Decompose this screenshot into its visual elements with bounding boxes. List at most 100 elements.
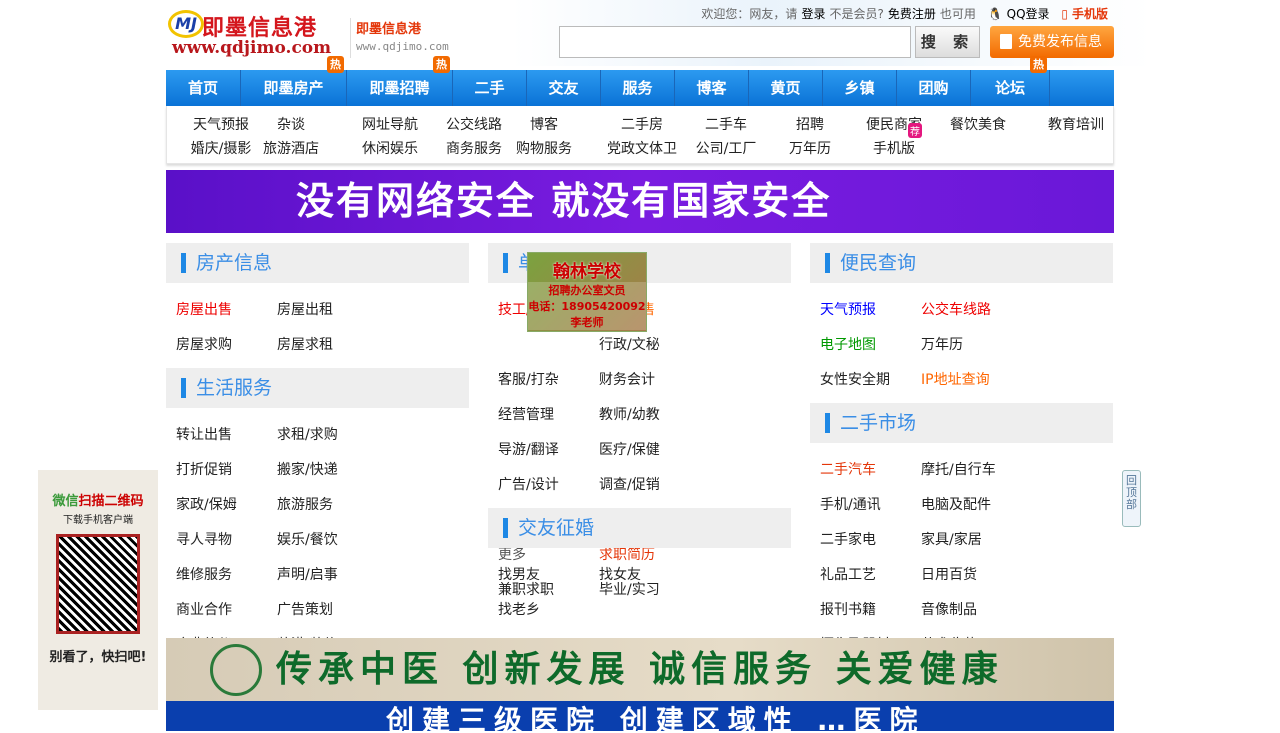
subnav-link[interactable]: 博客: [530, 114, 558, 134]
category-link[interactable]: 行政/文秘: [599, 328, 700, 363]
site-logo[interactable]: MJ 即墨信息港 www.qdjimo.com: [168, 8, 332, 62]
category-link[interactable]: 摩托/自行车: [921, 453, 1022, 488]
category-link[interactable]: 礼品工艺: [820, 558, 921, 593]
category-link[interactable]: 报刊书籍: [820, 593, 921, 628]
hot-badge: 热: [1030, 56, 1047, 73]
search-button[interactable]: 搜 索: [915, 26, 980, 58]
category-link[interactable]: 声明/启事: [277, 558, 378, 593]
category-link[interactable]: 求租/求购: [277, 418, 378, 453]
category-link[interactable]: 调查/促销: [599, 468, 700, 503]
qr-wechat: 微信: [52, 494, 79, 509]
category-link[interactable]: 家政/保姆: [176, 488, 277, 523]
category-link[interactable]: IP地址查询: [921, 363, 1022, 398]
subnav-link[interactable]: 招聘: [796, 114, 824, 134]
category-link[interactable]: 搬家/快递: [277, 453, 378, 488]
phone-icon: ▯: [1061, 7, 1068, 21]
category-link[interactable]: 女性安全期: [820, 363, 921, 398]
category-link[interactable]: 手机/通讯: [820, 488, 921, 523]
category-link[interactable]: 房屋出售: [176, 293, 277, 328]
qr-code-ad[interactable]: 微信扫描二维码 下载手机客户端 别看了，快扫吧!: [38, 470, 158, 710]
nav-item[interactable]: 即墨招聘热: [347, 56, 453, 106]
nav-item[interactable]: 博客: [675, 70, 749, 106]
category-link[interactable]: 娱乐/餐饮: [277, 523, 378, 558]
category-link[interactable]: 客服/打杂: [498, 363, 599, 398]
category-link[interactable]: 广告/设计: [498, 468, 599, 503]
subnav-link[interactable]: 党政文体卫: [607, 138, 677, 158]
subnav-link[interactable]: 公交线路: [446, 114, 502, 134]
category-link[interactable]: 广告策划: [277, 593, 378, 628]
publish-button[interactable]: 免费发布信息: [990, 26, 1114, 58]
subnav-link[interactable]: 商务服务: [446, 138, 502, 158]
subnav-link[interactable]: 万年历: [789, 138, 831, 158]
mobile-link[interactable]: ▯ 手机版: [1057, 7, 1108, 21]
category-link[interactable]: 房屋求购: [176, 328, 277, 363]
subnav-link[interactable]: 手机版: [873, 138, 915, 158]
login-link[interactable]: 登录: [801, 7, 825, 21]
category-link[interactable]: 家具/家居: [921, 523, 1022, 558]
category-link[interactable]: 财务会计: [599, 363, 700, 398]
publish-label: 免费发布信息: [1018, 34, 1102, 50]
subnav-link[interactable]: 杂谈: [277, 114, 305, 134]
category-link[interactable]: 找老乡: [498, 593, 599, 628]
subnav-link[interactable]: 休闲娱乐: [362, 138, 418, 158]
subnav-link[interactable]: 购物服务: [516, 138, 572, 158]
tcm-banner[interactable]: 传承中医 创新发展 诚信服务 关爱健康: [166, 638, 1114, 701]
category-link[interactable]: 教师/幼教: [599, 398, 700, 433]
category-link[interactable]: 音像制品: [921, 593, 1022, 628]
section-title: 二手市场: [810, 403, 1113, 443]
subnav-link[interactable]: 公司/工厂: [696, 138, 757, 158]
nav-label: 黄页: [770, 79, 801, 97]
qr-download: 下载手机客户端: [63, 515, 133, 526]
category-link[interactable]: 二手汽车: [820, 453, 921, 488]
nav-item[interactable]: 服务: [601, 70, 675, 106]
cyber-security-banner[interactable]: 没有网络安全 就没有国家安全: [166, 170, 1114, 233]
category-link[interactable]: 电子地图: [820, 328, 921, 363]
category-link[interactable]: 维修服务: [176, 558, 277, 593]
nav-item[interactable]: 团购: [897, 70, 971, 106]
nav-item[interactable]: 交友: [527, 70, 601, 106]
subnav-link[interactable]: 网址导航: [362, 114, 418, 134]
category-link[interactable]: 二手家电: [820, 523, 921, 558]
logo-url: www.qdjimo.com: [172, 38, 332, 58]
category-link[interactable]: 公交车线路: [921, 293, 1022, 328]
category-link[interactable]: 找女友: [599, 558, 700, 593]
register-link[interactable]: 免费注册: [888, 7, 936, 21]
subnav-link[interactable]: 二手房: [621, 114, 663, 134]
slogan-url: www.qdjimo.com: [356, 40, 449, 53]
hospital-banner[interactable]: 创建三级医院 创建区域性 …医院: [166, 701, 1114, 731]
qq-login-link[interactable]: 🐧 QQ登录: [984, 7, 1050, 21]
school-ad[interactable]: 翰林学校 招聘办公室文员 电话：18905420092 李老师: [527, 252, 647, 332]
nav-item[interactable]: 乡镇: [823, 70, 897, 106]
subnav-link[interactable]: 教育培训: [1048, 114, 1104, 134]
nav-item[interactable]: 黄页: [749, 70, 823, 106]
subnav-link[interactable]: 餐饮美食: [950, 114, 1006, 134]
search-input[interactable]: [559, 26, 911, 58]
category-link[interactable]: 转让出售: [176, 418, 277, 453]
school-phone: 电话：18905420092: [528, 298, 646, 314]
subnav-link[interactable]: 二手车: [705, 114, 747, 134]
category-link[interactable]: 日用百货: [921, 558, 1022, 593]
subnav-link[interactable]: 婚庆/摄影: [191, 138, 252, 158]
subnav-link[interactable]: 旅游酒店: [263, 138, 319, 158]
category-link[interactable]: 医疗/保健: [599, 433, 700, 468]
hot-badge: 热: [433, 56, 450, 73]
category-link[interactable]: 天气预报: [820, 293, 921, 328]
category-link[interactable]: 打折促销: [176, 453, 277, 488]
category-link[interactable]: 万年历: [921, 328, 1022, 363]
nav-item[interactable]: 即墨房产热: [241, 56, 347, 106]
category-link[interactable]: 房屋出租: [277, 293, 378, 328]
category-link[interactable]: 寻人寻物: [176, 523, 277, 558]
category-link[interactable]: 找男友: [498, 558, 599, 593]
category-link[interactable]: 导游/翻译: [498, 433, 599, 468]
category-link[interactable]: 商业合作: [176, 593, 277, 628]
category-link[interactable]: 房屋求租: [277, 328, 378, 363]
nav-item[interactable]: 论坛热: [971, 56, 1050, 106]
category-link[interactable]: 旅游服务: [277, 488, 378, 523]
nav-item[interactable]: 首页: [166, 70, 241, 106]
category-link[interactable]: 经营管理: [498, 398, 599, 433]
subnav-link[interactable]: 天气预报: [193, 114, 249, 134]
school-job: 招聘办公室文员: [528, 282, 646, 298]
nav-item[interactable]: 二手: [453, 70, 527, 106]
back-to-top-button[interactable]: 回顶部: [1122, 470, 1141, 527]
category-link[interactable]: 电脑及配件: [921, 488, 1022, 523]
